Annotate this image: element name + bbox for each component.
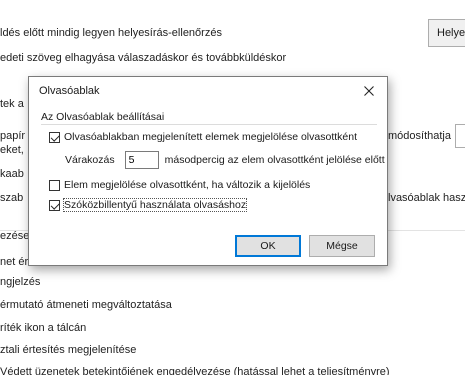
close-button[interactable] [351,77,387,105]
spacebar-reading-label: Szóközbillentyű használata olvasáshoz [62,198,248,212]
delay-suffix-label: másodpercig az elem olvasottként jelölés… [164,154,385,166]
background-fragment-text: tek a [0,98,24,110]
dialog-title-bar[interactable]: Olvasóablak [29,77,387,105]
group-title: Az Olvasóablak beállításai [41,111,165,123]
spacebar-reading-checkbox[interactable] [49,199,60,211]
delay-row: Várakozás másodpercig az elem olvasottké… [65,151,385,169]
mark-read-on-selection-change-checkbox[interactable] [49,179,60,191]
background-fragment-text: lvasóablak haszn [388,192,465,204]
desktop-alert-option-text: ztali értesítés megjelenítése [0,344,137,356]
background-button-edge[interactable] [455,124,465,148]
group-divider [41,124,377,125]
background-fragment-text: eket, [0,144,24,156]
delay-seconds-input[interactable] [124,151,159,169]
spellcheck-settings-button[interactable]: Helyes [428,19,465,47]
sound-option-text: ngjelzés [0,276,41,288]
background-fragment-text: papír [0,130,26,142]
mark-read-in-pane-checkbox[interactable] [49,131,60,143]
cancel-button[interactable]: Mégse [309,235,375,257]
taskbar-icon-option-text: ríték ikon a tálcán [0,322,87,334]
mark-read-in-pane-label: Olvasóablakban megjelenített elemek megj… [64,131,358,143]
original-text-option-text: edeti szöveg elhagyása válaszadáskor és … [0,52,287,64]
mark-read-in-pane-option[interactable]: Olvasóablakban megjelenített elemek megj… [49,131,357,143]
background-fragment-text: ezése [0,230,30,242]
spacebar-reading-option[interactable]: Szóközbillentyű használata olvasáshoz [49,198,248,212]
pointer-option-text: érmutató átmeneti megváltoztatása [0,299,172,311]
background-fragment-text: kaab [0,168,24,180]
close-icon [364,86,374,96]
delay-prefix-label: Várakozás [65,154,115,166]
mark-read-on-selection-change-label: Elem megjelölése olvasottként, ha változ… [64,179,311,191]
mark-read-on-selection-change-option[interactable]: Elem megjelölése olvasottként, ha változ… [49,179,310,191]
protected-preview-option-text: Védett üzenetek betekintőjének engedélye… [0,366,390,375]
background-fragment-text: szab [0,192,24,204]
background-fragment-text: módosíthatja [388,130,451,142]
spellcheck-option-text: ldés előtt mindig legyen helyesírás-elle… [0,27,222,39]
dialog-title: Olvasóablak [39,85,100,97]
reading-pane-dialog: Olvasóablak Az Olvasóablak beállításai O… [28,76,388,266]
ok-button[interactable]: OK [235,235,301,257]
